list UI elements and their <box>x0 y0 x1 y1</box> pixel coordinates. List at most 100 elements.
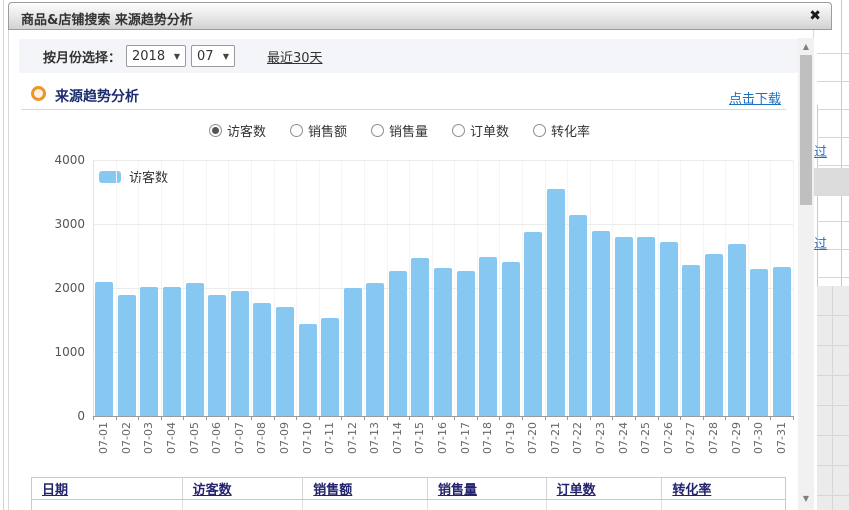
x-axis-tick <box>251 416 252 420</box>
bar <box>524 232 542 416</box>
x-axis-label: 07-12 <box>347 422 359 462</box>
radio-icon[interactable] <box>533 124 546 137</box>
month-filter-bar: 按月份选择： 2018 ▼ 07 ▼ 最近30天 <box>19 39 800 73</box>
x-axis-label: 07-24 <box>618 422 630 462</box>
vertical-gridline <box>454 160 455 416</box>
x-axis-label: 07-02 <box>121 422 133 462</box>
metric-radio-label: 访客数 <box>227 121 266 140</box>
x-axis-tick <box>590 416 591 420</box>
trend-analysis-dialog: 商品&店铺搜索 来源趋势分析 ✖ 按月份选择： 2018 ▼ 07 ▼ 最近30… <box>8 2 832 510</box>
x-axis-label: 07-31 <box>776 422 788 462</box>
vertical-gridline <box>748 160 749 416</box>
bar <box>366 283 384 416</box>
metric-radio-订单数[interactable]: 订单数 <box>452 121 509 140</box>
year-select[interactable]: 2018 ▼ <box>126 45 186 67</box>
table-row <box>31 500 786 510</box>
x-axis-tick <box>364 416 365 420</box>
y-axis-label: 1000 <box>25 345 85 359</box>
y-axis-label: 0 <box>25 409 85 423</box>
x-axis-tick <box>387 416 388 420</box>
scroll-up-icon[interactable]: ▲ <box>798 38 814 54</box>
vertical-gridline <box>116 160 117 416</box>
bar <box>299 324 317 416</box>
column-header-销售量: 销售量 <box>428 478 547 499</box>
x-axis-label: 07-05 <box>189 422 201 462</box>
x-axis-tick <box>116 416 117 420</box>
month-select[interactable]: 07 ▼ <box>191 45 235 67</box>
close-icon[interactable]: ✖ <box>809 8 821 24</box>
metric-radio-销售额[interactable]: 销售额 <box>290 121 347 140</box>
month-select-value: 07 <box>197 49 214 64</box>
chart-legend[interactable]: 访客数 <box>99 167 168 186</box>
column-header-日期: 日期 <box>32 478 183 499</box>
x-axis-tick <box>432 416 433 420</box>
metric-radio-访客数[interactable]: 访客数 <box>209 121 266 140</box>
x-axis-label: 07-19 <box>505 422 517 462</box>
vertical-gridline <box>680 160 681 416</box>
vertical-gridline <box>725 160 726 416</box>
vertical-gridline <box>183 160 184 416</box>
x-axis-label: 07-29 <box>731 422 743 462</box>
x-axis-label: 07-18 <box>482 422 494 462</box>
download-link[interactable]: 点击下载 <box>729 88 781 107</box>
column-header-link[interactable]: 日期 <box>42 479 68 498</box>
bar <box>163 287 181 416</box>
metric-radio-销售量[interactable]: 销售量 <box>371 121 428 140</box>
bar <box>569 215 587 416</box>
x-axis-tick <box>545 416 546 420</box>
column-header-link[interactable]: 销售量 <box>438 479 477 498</box>
column-header-link[interactable]: 访客数 <box>193 479 232 498</box>
scroll-down-icon[interactable]: ▼ <box>798 490 814 506</box>
x-axis-tick <box>725 416 726 420</box>
radio-icon[interactable] <box>452 124 465 137</box>
bar <box>389 271 407 416</box>
legend-label: 访客数 <box>129 167 168 186</box>
legend-swatch-icon <box>99 171 121 183</box>
vertical-scrollbar[interactable]: ▲ ▼ <box>798 38 814 510</box>
x-axis-label: 07-30 <box>753 422 765 462</box>
bar <box>344 288 362 416</box>
radio-icon[interactable] <box>290 124 303 137</box>
radio-icon[interactable] <box>371 124 384 137</box>
detail-table: 日期 访客数 销售额 销售量 订单数 转化率 <box>31 477 786 510</box>
vertical-gridline <box>545 160 546 416</box>
x-axis-label: 07-13 <box>369 422 381 462</box>
x-axis-tick <box>703 416 704 420</box>
month-filter-label: 按月份选择： <box>43 47 121 66</box>
background-grid-line <box>832 286 833 510</box>
bar <box>637 237 655 416</box>
bar <box>660 242 678 416</box>
x-axis-tick <box>228 416 229 420</box>
bar <box>592 231 610 416</box>
vertical-gridline <box>387 160 388 416</box>
x-axis-tick <box>612 416 613 420</box>
x-axis-tick <box>748 416 749 420</box>
x-axis-tick <box>499 416 500 420</box>
metric-radio-转化率[interactable]: 转化率 <box>533 121 590 140</box>
dialog-titlebar[interactable]: 商品&店铺搜索 来源趋势分析 ✖ <box>8 2 832 30</box>
recent-30-days-link[interactable]: 最近30天 <box>267 47 323 66</box>
scrollbar-thumb[interactable] <box>800 55 812 205</box>
column-header-link[interactable]: 订单数 <box>557 479 596 498</box>
vertical-gridline <box>793 160 794 416</box>
x-axis-label: 07-03 <box>143 422 155 462</box>
dialog-body: 按月份选择： 2018 ▼ 07 ▼ 最近30天 来源趋势分析 点击下载 访客数… <box>8 30 814 510</box>
vertical-gridline <box>590 160 591 416</box>
vertical-gridline <box>296 160 297 416</box>
chevron-down-icon: ▼ <box>174 52 180 61</box>
bar <box>118 295 136 416</box>
x-axis-tick <box>793 416 794 420</box>
x-axis-label: 07-15 <box>414 422 426 462</box>
section-bullet-icon <box>31 86 46 101</box>
vertical-gridline <box>499 160 500 416</box>
column-header-link[interactable]: 销售额 <box>313 479 352 498</box>
vertical-gridline <box>522 160 523 416</box>
radio-selected-icon[interactable] <box>209 124 222 137</box>
metric-radio-label: 销售量 <box>389 121 428 140</box>
bar <box>728 244 746 416</box>
x-axis-label: 07-09 <box>279 422 291 462</box>
x-axis-tick <box>680 416 681 420</box>
table-cell <box>547 500 663 510</box>
x-axis-label: 07-08 <box>256 422 268 462</box>
column-header-link[interactable]: 转化率 <box>672 479 711 498</box>
